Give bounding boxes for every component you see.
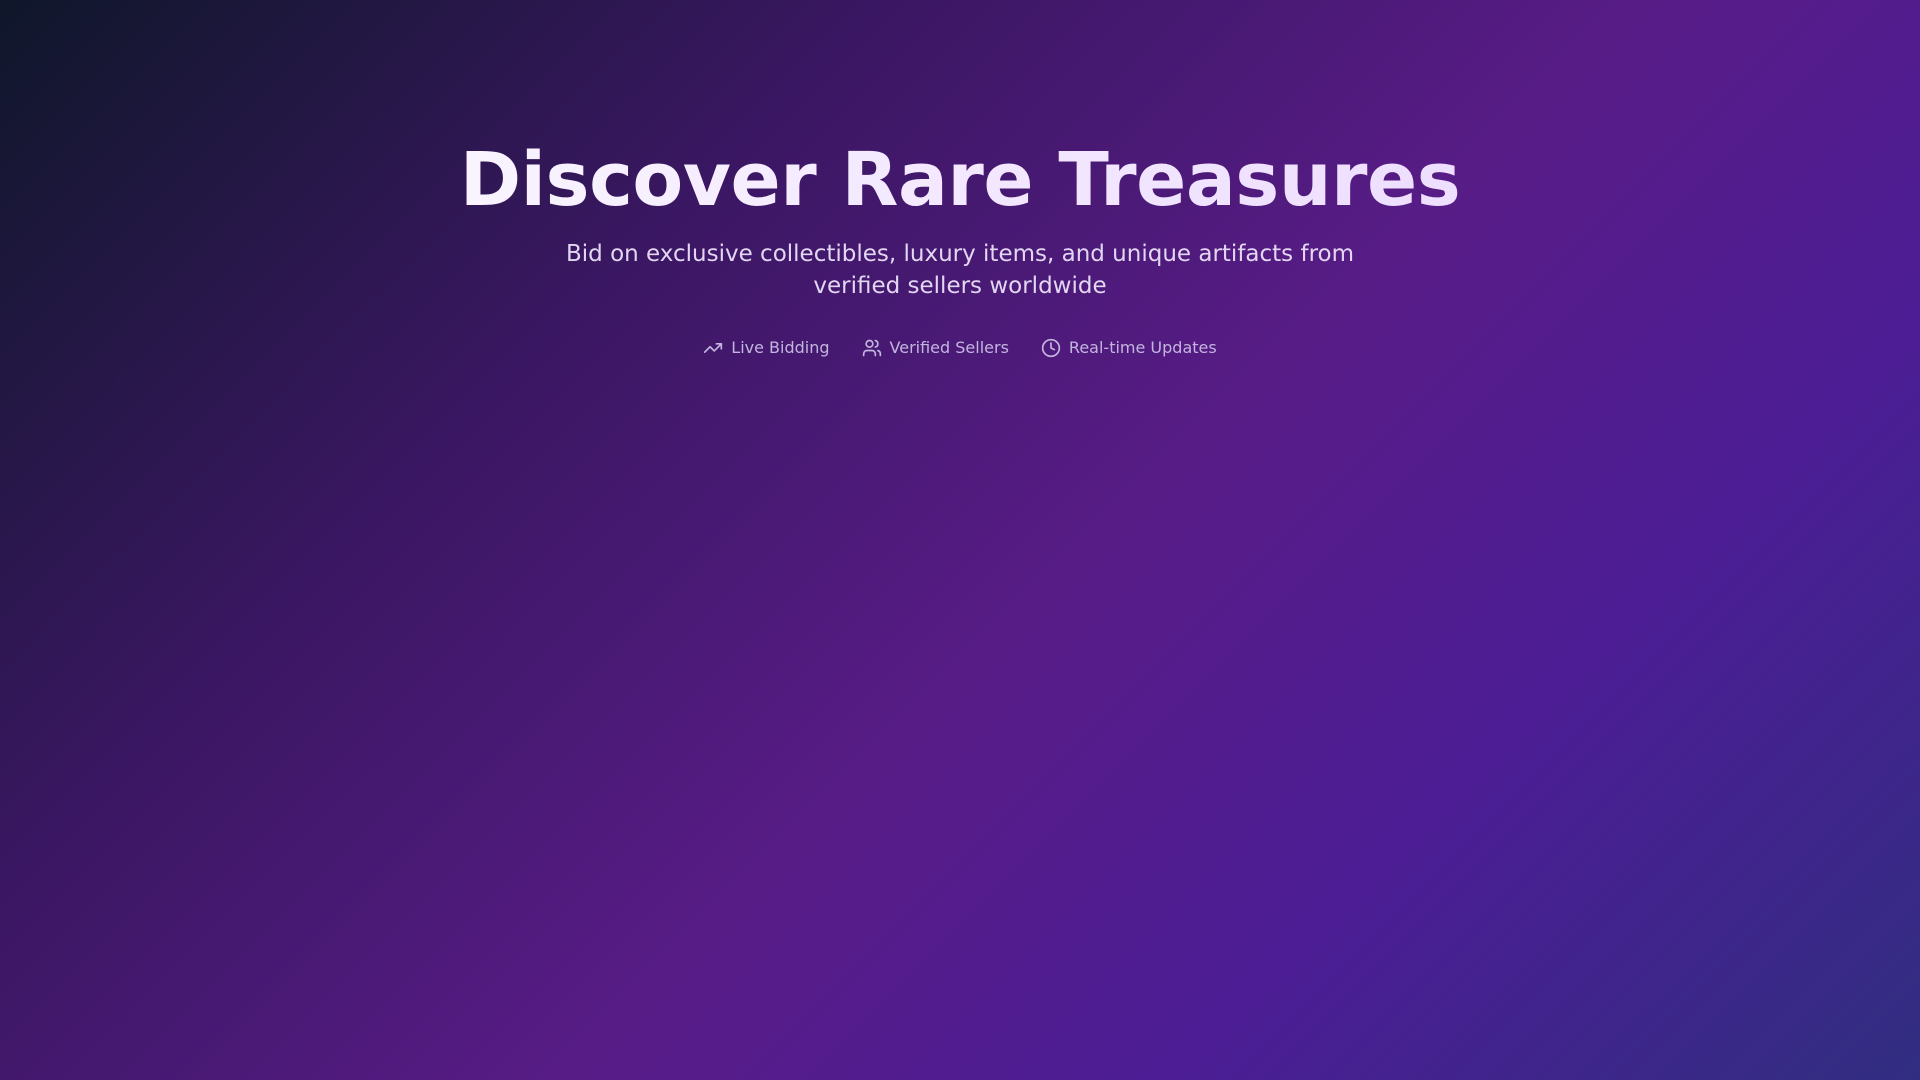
trending-up-icon [703,338,723,358]
users-icon [862,338,882,358]
feature-label: Verified Sellers [889,338,1009,357]
clock-icon [1041,338,1061,358]
feature-label: Real-time Updates [1068,338,1217,357]
hero-subtitle: Bid on exclusive collectibles, luxury it… [566,241,1354,299]
feature-real-time-updates: Real-time Updates [1041,336,1217,360]
feature-list: Live Bidding Verified Sellers Real-time … [0,336,1920,360]
feature-live-bidding: Live Bidding [703,336,830,360]
feature-label: Live Bidding [731,338,830,357]
feature-verified-sellers: Verified Sellers [862,336,1009,360]
hero-title: Discover Rare Treasures [0,132,1920,228]
